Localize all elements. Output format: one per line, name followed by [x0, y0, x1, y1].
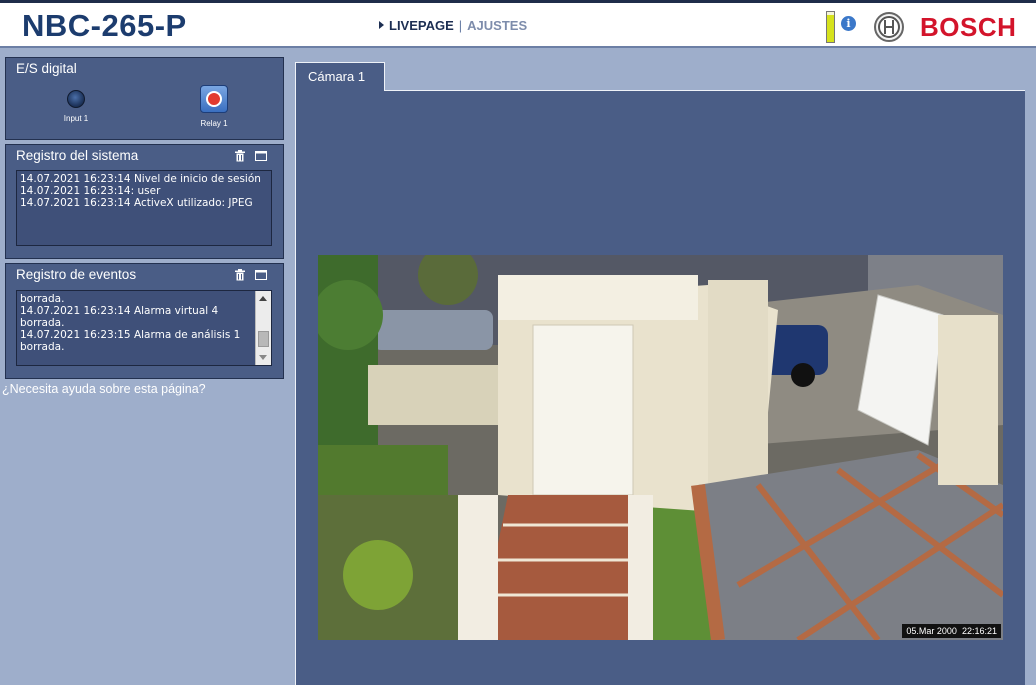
event-log-scrollbar[interactable]: [255, 291, 271, 365]
header-bar: NBC-265-P LIVEPAGE | AJUSTES i BOSCH: [0, 0, 1036, 48]
open-window-icon[interactable]: [255, 150, 267, 162]
nav-livepage[interactable]: LIVEPAGE: [389, 18, 454, 33]
relay-label: Relay 1: [200, 119, 228, 128]
relay-1[interactable]: Relay 1: [194, 85, 234, 128]
main-nav: LIVEPAGE | AJUSTES: [379, 18, 527, 33]
log-line: 14.07.2021 16:23:14 Nivel de inicio de s…: [20, 173, 261, 185]
log-line: 14.07.2021 16:23:15 Alarma de análisis 1: [20, 329, 241, 341]
trash-icon[interactable]: [234, 269, 246, 281]
log-line: borrada.: [20, 341, 65, 353]
log-line: 14.07.2021 16:23:14: user: [20, 185, 161, 197]
panel-title: Registro del sistema: [16, 148, 139, 163]
event-log-panel: Registro de eventos borrada. 14.07.2021 …: [5, 263, 284, 379]
log-line: borrada.: [20, 293, 65, 305]
system-log-list[interactable]: 14.07.2021 16:23:14 Nivel de inicio de s…: [16, 170, 272, 246]
signal-level-fill: [827, 15, 834, 42]
log-line: 14.07.2021 16:23:14 ActiveX utilizado: J…: [20, 197, 253, 209]
bosch-brand-text: BOSCH: [920, 12, 1017, 42]
scroll-up-icon[interactable]: [259, 296, 267, 301]
live-video-stream[interactable]: 05.Mar 2000 22:16:21: [318, 255, 1003, 640]
device-model-title: NBC-265-P: [22, 8, 187, 43]
trash-icon[interactable]: [234, 150, 246, 162]
scroll-down-icon[interactable]: [259, 355, 267, 360]
nav-separator: |: [458, 18, 463, 33]
info-icon[interactable]: i: [841, 16, 856, 31]
bosch-armature-logo: [874, 12, 904, 42]
tab-camera-1[interactable]: Cámara 1: [295, 62, 385, 91]
panel-title: E/S digital: [16, 61, 77, 76]
system-log-panel: Registro del sistema 14.07.2021 16:23:14…: [5, 144, 284, 259]
input-label: Input 1: [63, 114, 89, 123]
osd-time: 22:16:21: [961, 626, 997, 636]
digital-io-panel: E/S digital Input 1 Relay 1: [5, 57, 284, 140]
panel-title: Registro de eventos: [16, 267, 137, 282]
camera-image: [318, 255, 1003, 640]
arrow-right-icon: [379, 21, 384, 29]
bosch-armature-icon: [878, 16, 900, 38]
scroll-thumb[interactable]: [258, 331, 269, 347]
log-line: 14.07.2021 16:23:14 Alarma virtual 4: [20, 305, 219, 317]
help-link[interactable]: ¿Necesita ayuda sobre esta página?: [2, 382, 206, 396]
event-log-list[interactable]: borrada. 14.07.2021 16:23:14 Alarma virt…: [16, 290, 272, 366]
log-line: borrada.: [20, 317, 65, 329]
open-window-icon[interactable]: [255, 269, 267, 281]
video-timestamp-osd: 05.Mar 2000 22:16:21: [902, 624, 1001, 638]
input-1: Input 1: [56, 90, 96, 123]
relay-toggle-icon[interactable]: [200, 85, 228, 113]
nav-settings[interactable]: AJUSTES: [467, 18, 527, 33]
signal-level-meter: [826, 11, 835, 43]
osd-date: 05.Mar 2000: [906, 626, 957, 636]
input-led-icon: [67, 90, 85, 108]
